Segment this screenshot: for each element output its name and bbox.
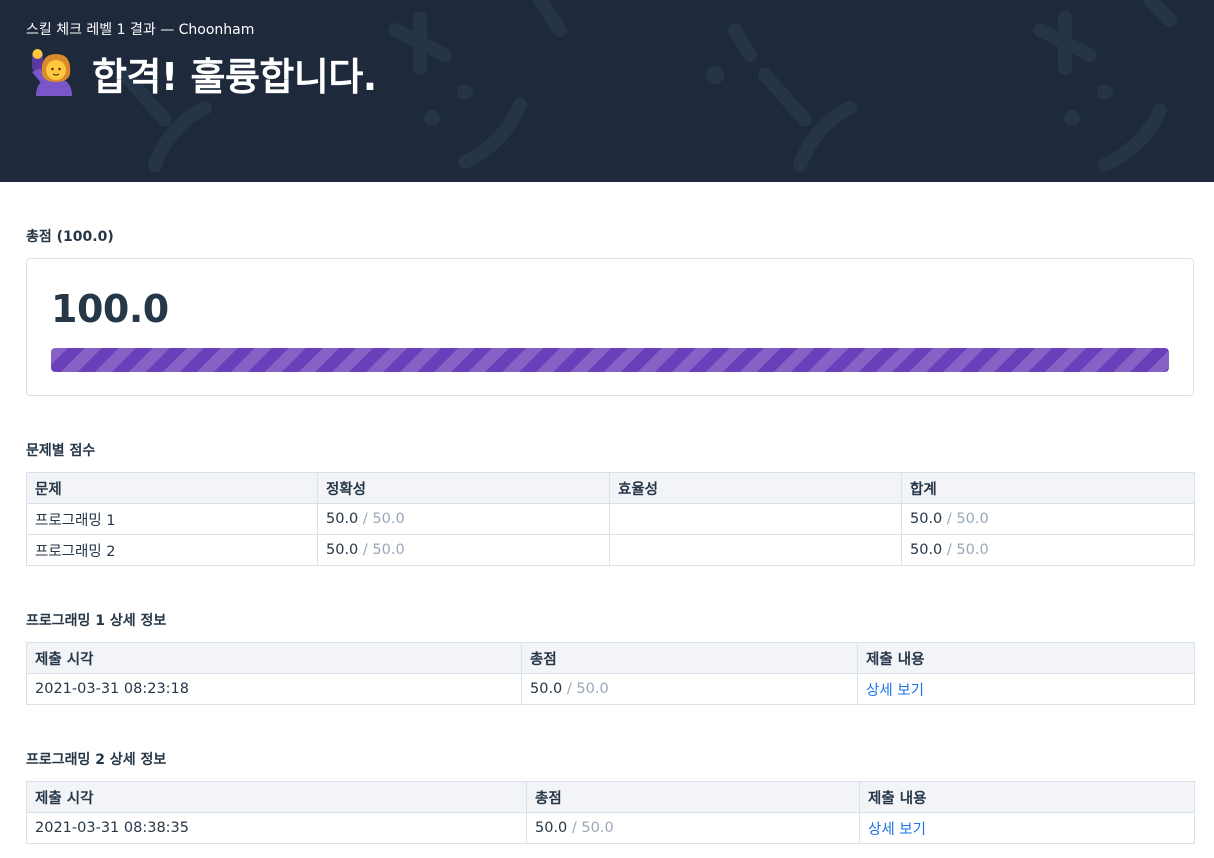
sum-score: 50.0 xyxy=(910,542,943,558)
column-header-score: 총점 xyxy=(526,781,860,813)
score-progress-bar xyxy=(51,348,1169,372)
column-header-efficiency: 효율성 xyxy=(609,472,902,504)
score-value: 50.0 xyxy=(530,681,563,697)
result-subtitle: 스킬 체크 레벨 1 결과 — Choonham xyxy=(26,22,255,38)
page-title-text: 합격! 훌륭합니다. xyxy=(92,55,377,99)
table-header-row: 제출 시각 총점 제출 내용 xyxy=(26,781,1195,813)
accuracy-score: 50.0 xyxy=(326,542,359,558)
sum-score: 50.0 xyxy=(910,511,943,527)
sum-cell: 50.0 / 50.0 xyxy=(901,534,1195,566)
problem-scores-table: 문제 정확성 효율성 합계 프로그래밍 1 50.0 / 50.0 50.0 /… xyxy=(26,472,1195,566)
submission-cell: 상세 보기 xyxy=(859,812,1195,844)
problem-name: 프로그래밍 2 xyxy=(26,534,318,566)
total-score-card: 100.0 xyxy=(26,258,1194,396)
problem-scores-title: 문제별 점수 xyxy=(26,443,96,459)
accuracy-cell: 50.0 / 50.0 xyxy=(317,503,610,535)
sum-max: / 50.0 xyxy=(942,542,989,558)
column-header-sum: 합계 xyxy=(901,472,1195,504)
view-detail-link[interactable]: 상세 보기 xyxy=(868,822,926,838)
score-progress-fill xyxy=(51,348,1169,372)
accuracy-max: / 50.0 xyxy=(358,511,405,527)
score-value: 50.0 xyxy=(535,820,568,836)
table-row: 2021-03-31 08:38:35 50.0 / 50.0 상세 보기 xyxy=(26,812,1195,844)
view-detail-link[interactable]: 상세 보기 xyxy=(866,683,924,699)
score-max: / 50.0 xyxy=(562,681,609,697)
score-cell: 50.0 / 50.0 xyxy=(526,812,860,844)
person-raising-hand-icon xyxy=(32,48,72,96)
table-header-row: 문제 정확성 효율성 합계 xyxy=(26,472,1195,504)
accuracy-score: 50.0 xyxy=(326,511,359,527)
column-header-submit-time: 제출 시각 xyxy=(26,781,527,813)
table-row: 프로그래밍 2 50.0 / 50.0 50.0 / 50.0 xyxy=(26,534,1195,566)
accuracy-cell: 50.0 / 50.0 xyxy=(317,534,610,566)
column-header-submit-time: 제출 시각 xyxy=(26,642,522,674)
column-header-accuracy: 정확성 xyxy=(317,472,610,504)
score-max: / 50.0 xyxy=(567,820,614,836)
submission-cell: 상세 보기 xyxy=(857,673,1195,705)
result-header: 스킬 체크 레벨 1 결과 — Choonham 합격! 훌륭합니다. xyxy=(0,0,1214,182)
column-header-score: 총점 xyxy=(521,642,858,674)
submit-time: 2021-03-31 08:38:35 xyxy=(26,812,527,844)
table-header-row: 제출 시각 총점 제출 내용 xyxy=(26,642,1195,674)
result-content: 총점 (100.0) 100.0 문제별 점수 문제 정확성 효율성 합계 프로… xyxy=(26,182,1195,844)
problem-1-detail-table: 제출 시각 총점 제출 내용 2021-03-31 08:23:18 50.0 … xyxy=(26,642,1195,705)
total-score-title: 총점 (100.0) xyxy=(26,229,114,245)
sum-max: / 50.0 xyxy=(942,511,989,527)
table-row: 2021-03-31 08:23:18 50.0 / 50.0 상세 보기 xyxy=(26,673,1195,705)
score-cell: 50.0 / 50.0 xyxy=(521,673,858,705)
sum-cell: 50.0 / 50.0 xyxy=(901,503,1195,535)
efficiency-cell xyxy=(609,503,902,535)
column-header-problem: 문제 xyxy=(26,472,318,504)
efficiency-cell xyxy=(609,534,902,566)
column-header-submission: 제출 내용 xyxy=(859,781,1195,813)
problem-name: 프로그래밍 1 xyxy=(26,503,318,535)
accuracy-max: / 50.0 xyxy=(358,542,405,558)
problem-2-detail-title: 프로그래밍 2 상세 정보 xyxy=(26,752,167,768)
problem-2-detail-table: 제출 시각 총점 제출 내용 2021-03-31 08:38:35 50.0 … xyxy=(26,781,1195,844)
table-row: 프로그래밍 1 50.0 / 50.0 50.0 / 50.0 xyxy=(26,503,1195,535)
submit-time: 2021-03-31 08:23:18 xyxy=(26,673,522,705)
column-header-submission: 제출 내용 xyxy=(857,642,1195,674)
page-title: 합격! 훌륭합니다. xyxy=(28,46,377,101)
problem-1-detail-title: 프로그래밍 1 상세 정보 xyxy=(26,613,167,629)
total-score-value: 100.0 xyxy=(51,287,169,331)
